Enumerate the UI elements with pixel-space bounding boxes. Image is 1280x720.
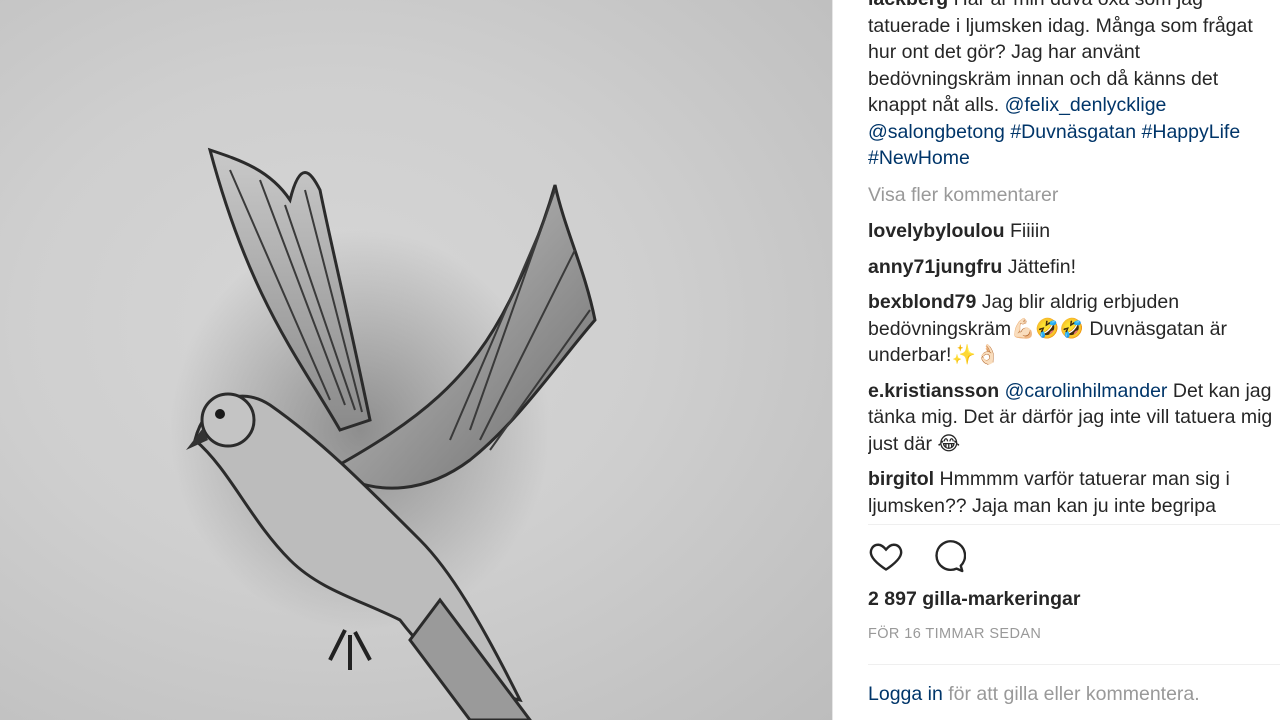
- comment-user[interactable]: bexblond79: [868, 291, 976, 313]
- login-prompt: Logga in för att gilla eller kommentera.: [868, 683, 1200, 706]
- comment-user[interactable]: lovelybyloulou: [868, 220, 1005, 242]
- post-timestamp: FÖR 16 TIMMAR SEDAN: [868, 626, 1042, 642]
- hashtag-duvnasgatan[interactable]: #Duvnäsgatan: [1010, 121, 1136, 143]
- heart-icon[interactable]: [868, 538, 904, 574]
- section-divider: [868, 524, 1280, 525]
- comment-user[interactable]: e.kristiansson: [868, 380, 999, 402]
- post-caption: lackberg Har är min duva oxå som jag tat…: [868, 0, 1273, 172]
- comment-item: e.kristiansson @carolinhilmander Det kan…: [868, 378, 1273, 458]
- comment-text: Jättefin!: [1007, 255, 1077, 278]
- dove-tattoo-illustration: [170, 147, 597, 720]
- section-divider: [868, 664, 1280, 665]
- login-rest-text: för att gilla eller kommentera.: [942, 683, 1200, 705]
- mention-salongbetong[interactable]: @salongbetong: [868, 121, 1005, 143]
- comment-text: Fiiiin: [1009, 220, 1051, 242]
- comment-item: lovelybyloulou Fiiiin: [868, 218, 1273, 245]
- comment-user[interactable]: birgitol: [868, 468, 934, 490]
- post-photo: [0, 0, 832, 720]
- comment-item: bexblond79 Jag blir aldrig erbjuden bedö…: [868, 289, 1273, 369]
- comment-item: birgitol Hmmmm varför tatuerar man sig i…: [868, 466, 1273, 519]
- hashtag-happylife[interactable]: #HappyLife: [1142, 121, 1241, 143]
- mention-felix[interactable]: @felix_denlycklige: [1005, 94, 1167, 116]
- comment-bubble-icon[interactable]: [930, 538, 967, 574]
- post-actions: [868, 538, 967, 578]
- comments-list: lackberg Har är min duva oxå som jag tat…: [868, 0, 1273, 520]
- hashtag-newhome[interactable]: #NewHome: [868, 147, 970, 169]
- comment-mention[interactable]: @carolinhilmander: [1005, 380, 1168, 402]
- comment-user[interactable]: anny71jungfru: [868, 256, 1002, 278]
- view-more-comments[interactable]: Visa fler kommentarer: [868, 182, 1273, 209]
- comment-item: anny71jungfru Jättefin!: [868, 254, 1273, 281]
- caption-author[interactable]: lackberg: [868, 0, 948, 10]
- post-sidebar: lackberg Har är min duva oxå som jag tat…: [833, 0, 1280, 720]
- login-link[interactable]: Logga in: [868, 683, 943, 705]
- likes-count[interactable]: 2 897 gilla-markeringar: [868, 588, 1080, 611]
